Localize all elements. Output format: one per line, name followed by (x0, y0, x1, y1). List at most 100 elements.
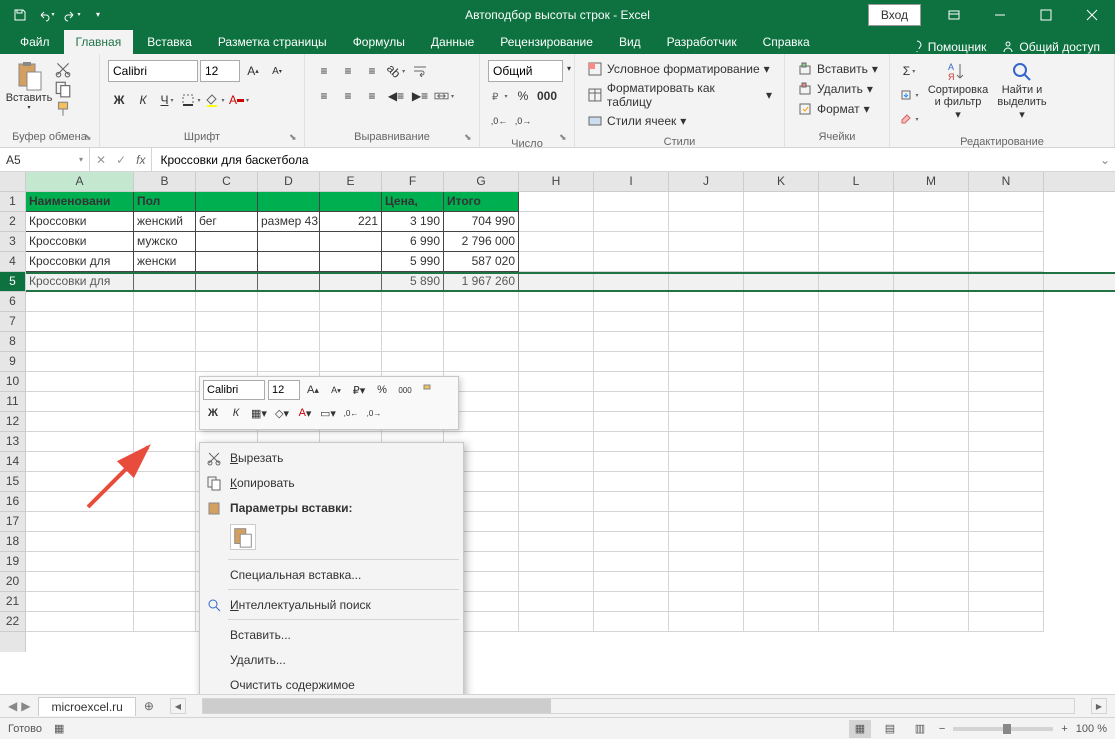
cell[interactable] (320, 252, 382, 272)
zoom-level[interactable]: 100 % (1076, 723, 1107, 735)
cell[interactable] (669, 252, 744, 272)
cell[interactable] (26, 452, 134, 472)
cell[interactable] (669, 352, 744, 372)
add-sheet-icon[interactable]: ⊕ (136, 699, 162, 713)
cell[interactable] (258, 192, 320, 212)
alignment-launcher[interactable]: ⬊ (464, 132, 476, 144)
cell[interactable] (134, 272, 196, 292)
sheet-nav-next-icon[interactable]: ▶ (21, 699, 30, 713)
autosum-button[interactable]: Σ (898, 60, 920, 82)
insert-function-icon[interactable]: fx (136, 153, 145, 167)
cell[interactable] (594, 192, 669, 212)
cancel-formula-icon[interactable]: ✕ (96, 153, 106, 167)
cell[interactable] (969, 392, 1044, 412)
cell[interactable] (969, 572, 1044, 592)
cell[interactable] (258, 292, 320, 312)
cell[interactable] (134, 292, 196, 312)
cell[interactable] (969, 552, 1044, 572)
row-header[interactable]: 7 (0, 312, 25, 332)
col-header-a[interactable]: A (26, 172, 134, 191)
increase-font-icon[interactable]: A▴ (242, 60, 264, 82)
cell[interactable]: 3 190 (382, 212, 444, 232)
zoom-out-icon[interactable]: − (939, 723, 945, 735)
cell[interactable]: бег (196, 212, 258, 232)
cell[interactable] (894, 432, 969, 452)
cell[interactable] (26, 612, 134, 632)
paste-button[interactable]: Вставить▾ (8, 60, 50, 111)
cell[interactable] (519, 272, 594, 292)
cut-icon[interactable] (54, 60, 72, 78)
cell[interactable] (669, 192, 744, 212)
row-header[interactable]: 6 (0, 292, 25, 312)
share-button[interactable]: Общий доступ (1001, 40, 1100, 54)
mt-increase-font-icon[interactable]: A▴ (303, 380, 323, 400)
copy-icon[interactable] (54, 80, 72, 98)
zoom-in-icon[interactable]: + (1061, 723, 1067, 735)
row-header[interactable]: 16 (0, 492, 25, 512)
cell[interactable]: 2 796 000 (444, 232, 519, 252)
format-painter-icon[interactable] (54, 100, 72, 118)
tab-layout[interactable]: Разметка страницы (206, 30, 339, 54)
cell[interactable]: Наименовани (26, 192, 134, 212)
italic-button[interactable]: К (132, 89, 154, 111)
cell[interactable] (669, 472, 744, 492)
cell[interactable] (819, 192, 894, 212)
cell[interactable] (258, 352, 320, 372)
redo-icon[interactable]: ▾ (60, 3, 84, 27)
cell[interactable] (519, 392, 594, 412)
cell[interactable] (26, 372, 134, 392)
cell[interactable] (819, 452, 894, 472)
font-size-combo[interactable] (200, 60, 240, 82)
tab-file[interactable]: Файл (8, 30, 62, 54)
clipboard-launcher[interactable]: ⬊ (84, 132, 96, 144)
name-box[interactable]: A5 (0, 148, 90, 171)
cell[interactable] (669, 212, 744, 232)
col-header[interactable]: K (744, 172, 819, 191)
row-header[interactable]: 10 (0, 372, 25, 392)
decrease-font-icon[interactable]: A▾ (266, 60, 288, 82)
cell[interactable] (744, 212, 819, 232)
ctx-paste-special[interactable]: Специальная вставка... (200, 562, 463, 587)
cell[interactable] (894, 192, 969, 212)
cell[interactable] (744, 412, 819, 432)
cell[interactable]: Итого (444, 192, 519, 212)
cell[interactable]: Кроссовки для (26, 272, 134, 292)
mt-font-combo[interactable] (203, 380, 265, 400)
cell[interactable] (594, 532, 669, 552)
cell[interactable] (519, 292, 594, 312)
cell[interactable] (594, 352, 669, 372)
macro-record-icon[interactable]: ▦ (54, 722, 64, 735)
cell[interactable]: 6 990 (382, 232, 444, 252)
cell[interactable] (444, 332, 519, 352)
cell[interactable] (894, 592, 969, 612)
cell[interactable] (744, 592, 819, 612)
cell[interactable] (744, 272, 819, 292)
select-all-corner[interactable] (0, 172, 26, 191)
align-top-icon[interactable]: ≡ (313, 60, 335, 82)
cell[interactable]: мужско (134, 232, 196, 252)
cell[interactable] (744, 352, 819, 372)
login-button[interactable]: Вход (868, 4, 921, 26)
cell[interactable] (744, 572, 819, 592)
cell[interactable]: 221 (320, 212, 382, 232)
cell[interactable] (594, 552, 669, 572)
bold-button[interactable]: Ж (108, 89, 130, 111)
row-header[interactable]: 11 (0, 392, 25, 412)
cell[interactable] (744, 392, 819, 412)
align-right-icon[interactable]: ≡ (361, 85, 383, 107)
cell[interactable] (969, 212, 1044, 232)
cell[interactable]: Кроссовки (26, 232, 134, 252)
cell[interactable] (744, 512, 819, 532)
row-header[interactable]: 4 (0, 252, 25, 272)
font-launcher[interactable]: ⬊ (289, 132, 301, 144)
sheet-tab[interactable]: microexcel.ru (38, 697, 135, 716)
cell[interactable] (969, 192, 1044, 212)
cell[interactable] (669, 492, 744, 512)
row-header[interactable]: 3 (0, 232, 25, 252)
sort-filter-button[interactable]: AЯ Сортировка и фильтр▾ (928, 60, 988, 121)
cell[interactable] (134, 592, 196, 612)
row-header[interactable]: 8 (0, 332, 25, 352)
cell[interactable] (819, 432, 894, 452)
row-header[interactable]: 12 (0, 412, 25, 432)
cell[interactable] (134, 452, 196, 472)
